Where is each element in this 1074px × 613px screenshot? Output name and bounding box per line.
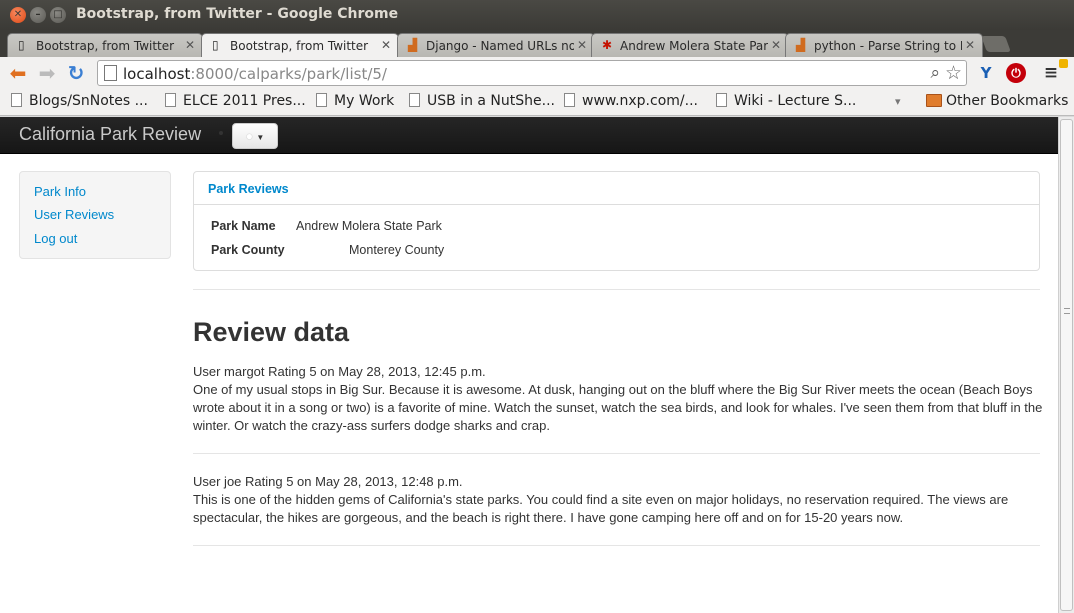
bookmarks-bar: Blogs/SnNotes ... ELCE 2011 Pres... My W… [0,89,1074,116]
user-menu-button[interactable]: ● ▼ [232,123,278,149]
stackoverflow-icon: ▟ [796,38,806,52]
tab-label: Bootstrap, from Twitter [36,39,175,53]
bookmarks-overflow-button[interactable]: ▾ [895,95,901,108]
page-content: California Park Review ● ▼ Park Info Use… [0,117,1058,613]
user-icon: ● [245,129,253,143]
sidebar-item-park-info[interactable]: Park Info [34,184,86,199]
tab-label: Bootstrap, from Twitter [230,39,369,53]
review-item: User margot Rating 5 on May 28, 2013, 12… [193,363,1043,435]
page-scrollbar[interactable] [1058,117,1074,613]
star-icon[interactable]: ☆ [945,62,962,84]
bookmark-item[interactable]: USB in a NutShe... [409,93,555,109]
divider [193,545,1040,546]
window-maximize-button[interactable]: □ [50,7,66,23]
review-meta: User joe Rating 5 on May 28, 2013, 12:48… [193,474,463,489]
review-meta: User margot Rating 5 on May 28, 2013, 12… [193,364,486,379]
review-text: This is one of the hidden gems of Califo… [193,492,1009,525]
window-titlebar: ✕ – □ Bootstrap, from Twitter - Google C… [0,0,1074,30]
divider [193,453,1040,454]
bookmark-label: www.nxp.com/... [582,93,698,109]
back-arrow-icon[interactable]: ⬅ [7,62,29,84]
update-badge [1059,59,1068,68]
forward-arrow-icon[interactable]: ➡ [36,62,58,84]
tab-bootstrap-2[interactable]: ▯ Bootstrap, from Twitter ✕ [201,33,399,58]
sidebar-nav: Park Info User Reviews Log out [19,171,171,259]
park-name-label: Park Name [211,219,276,233]
page-icon [564,93,575,107]
page-icon [11,93,22,107]
window-close-button[interactable]: ✕ [10,7,26,23]
scrollbar-thumb[interactable] [1060,119,1073,611]
page-icon: ▯ [212,38,219,52]
scrollbar-grip [1064,308,1070,314]
zoom-icon[interactable]: ⌕ [930,63,940,83]
bookmark-item[interactable]: www.nxp.com/... [564,93,698,109]
address-bar[interactable]: localhost:8000/calparks/park/list/5/ ⌕ ☆ [97,60,967,86]
tab-strip: ▯ Bootstrap, from Twitter ✕ ▯ Bootstrap,… [0,30,1074,58]
tab-bootstrap-1[interactable]: ▯ Bootstrap, from Twitter ✕ [7,33,203,57]
review-data-heading: Review data [193,317,350,347]
caret-down-icon: ▼ [256,133,265,142]
sidebar-item-log-out[interactable]: Log out [34,231,77,246]
review-text: One of my usual stops in Big Sur. Becaus… [193,382,1043,433]
sidebar-item-user-reviews[interactable]: User Reviews [34,207,114,222]
tab-label: Django - Named URLs not [426,39,574,53]
bookmark-label: My Work [334,93,395,109]
page-icon [716,93,727,107]
stackoverflow-icon: ▟ [408,38,418,52]
park-county-value: Monterey County [349,243,445,257]
window-title: Bootstrap, from Twitter - Google Chrome [76,6,399,22]
page-icon [165,93,176,107]
page-icon [409,93,420,107]
park-county-label: Park County [211,243,285,257]
folder-icon [926,94,942,107]
tab-andrew-molera[interactable]: ✱ Andrew Molera State Park ✕ [591,33,789,57]
extension-y-icon[interactable]: Y [976,63,996,83]
divider [193,289,1040,290]
bookmark-label: ELCE 2011 Pres... [183,93,306,109]
tab-python[interactable]: ▟ python - Parse String to F ✕ [785,33,983,57]
panel-heading[interactable]: Park Reviews [194,172,1039,205]
page-icon: ▯ [18,38,25,52]
bookmark-item[interactable]: Blogs/SnNotes ... [11,93,148,109]
window-minimize-button[interactable]: – [30,7,46,23]
reload-icon[interactable]: ↻ [65,62,87,84]
bookmark-item[interactable]: ELCE 2011 Pres... [165,93,306,109]
close-tab-icon[interactable]: ✕ [381,38,391,52]
review-item: User joe Rating 5 on May 28, 2013, 12:48… [193,473,1043,527]
yelp-icon: ✱ [602,38,613,52]
close-tab-icon[interactable]: ✕ [185,38,195,52]
park-name-value: Andrew Molera State Park [296,219,442,233]
navbar-divider [219,131,223,135]
menu-icon[interactable]: ≡ [1041,63,1061,83]
park-reviews-panel: Park Reviews Park Name Andrew Molera Sta… [193,171,1040,271]
other-bookmarks[interactable]: Other Bookmarks [926,93,1068,109]
site-navbar: California Park Review ● ▼ [0,117,1058,154]
page-icon [104,65,117,81]
page-icon [316,93,327,107]
adblock-icon[interactable]: ⏻ [1006,63,1026,83]
bookmark-label: Wiki - Lecture S... [734,93,857,109]
url-host: localhost [123,65,191,83]
browser-window: ✕ – □ Bootstrap, from Twitter - Google C… [0,0,1074,613]
tab-django[interactable]: ▟ Django - Named URLs not ✕ [397,33,595,57]
close-tab-icon[interactable]: ✕ [577,38,587,52]
browser-toolbar: ⬅ ➡ ↻ localhost:8000/calparks/park/list/… [0,57,1074,89]
other-bookmarks-label: Other Bookmarks [946,93,1069,109]
tab-label: python - Parse String to F [814,39,962,53]
close-tab-icon[interactable]: ✕ [771,38,781,52]
new-tab-button[interactable] [981,36,1011,52]
tab-label: Andrew Molera State Park [620,39,768,53]
bookmark-label: Blogs/SnNotes ... [29,93,148,109]
bookmark-item[interactable]: My Work [316,93,394,109]
bookmark-label: USB in a NutShe... [427,93,555,109]
site-brand[interactable]: California Park Review [19,124,201,145]
url-path: :8000/calparks/park/list/5/ [190,65,387,83]
address-url: localhost:8000/calparks/park/list/5/ [123,65,387,83]
bookmark-item[interactable]: Wiki - Lecture S... [716,93,856,109]
close-tab-icon[interactable]: ✕ [965,38,975,52]
